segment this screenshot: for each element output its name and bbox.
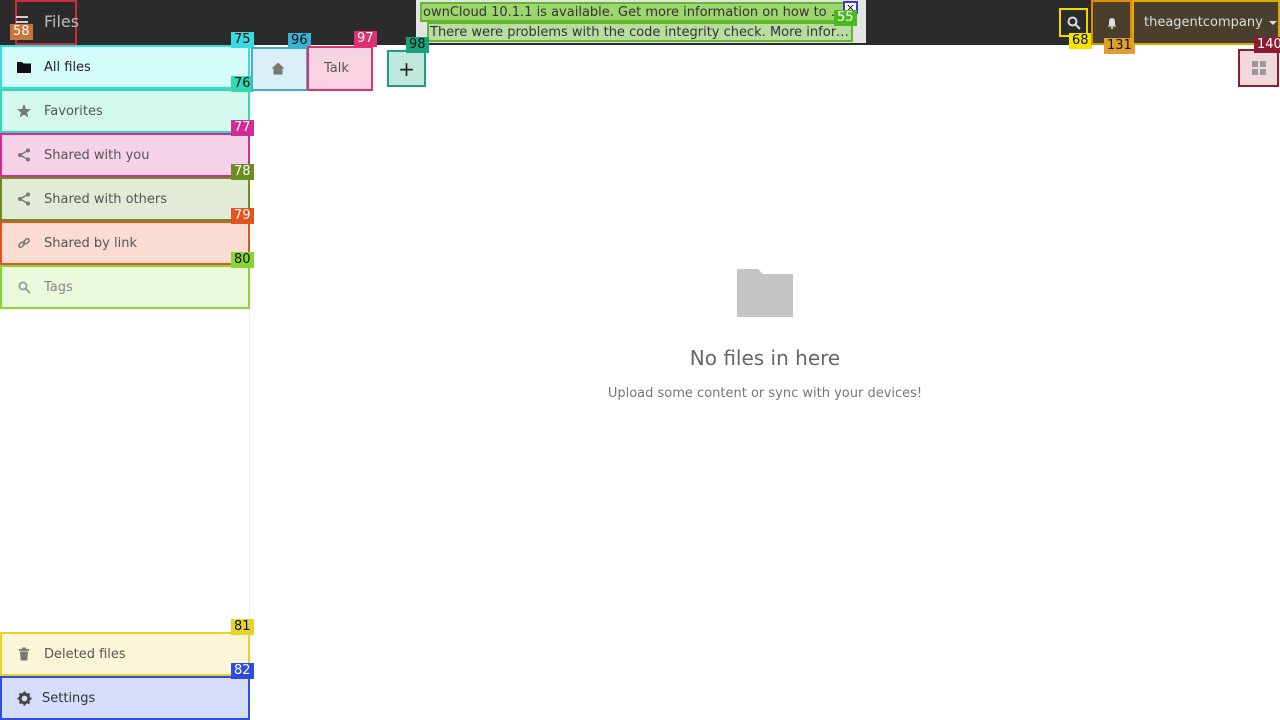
folder-icon <box>16 59 32 75</box>
star-icon <box>16 103 32 119</box>
top-header: Files 58 ownCloud 10.1.1 is available. G… <box>0 0 1280 54</box>
sidebar-item-label: Tags <box>44 279 73 295</box>
sidebar-item-label: Shared with others <box>44 191 168 207</box>
link-icon <box>16 235 32 251</box>
empty-subtitle: Upload some content or sync with your de… <box>607 386 923 401</box>
overlay-badge: 140 <box>1254 37 1280 53</box>
overlay-badge: 77 <box>231 120 254 136</box>
trash-icon <box>16 646 32 662</box>
integrity-notification[interactable]: There were problems with the code integr… <box>427 22 853 42</box>
sidebar-item-shared-by-link[interactable]: Shared by link <box>0 221 250 265</box>
overlay-badge: 78 <box>231 164 254 180</box>
grid-view-icon <box>1251 61 1266 75</box>
sidebar-item-label: Favorites <box>44 103 103 119</box>
overlay-badge: 75 <box>231 32 254 48</box>
overlay-badge: 131 <box>1104 38 1135 54</box>
folder-icon <box>737 269 793 317</box>
breadcrumb-label: Talk <box>324 61 349 76</box>
sidebar-item-label: All files <box>44 59 91 75</box>
plus-icon: + <box>398 56 415 81</box>
settings-button[interactable]: Settings <box>0 676 250 720</box>
gear-icon <box>16 690 32 706</box>
search-icon <box>1067 16 1081 30</box>
sidebar-item-tags[interactable]: Tags <box>0 265 250 309</box>
sidebar-item-all-files[interactable]: All files <box>0 45 250 89</box>
sidebar-item-shared-with-others[interactable]: Shared with others <box>0 177 250 221</box>
empty-content: No files in here Upload some content or … <box>250 268 1280 401</box>
sidebar-item-label: Shared by link <box>44 235 137 251</box>
chevron-down-icon <box>1268 20 1277 25</box>
overlay-badge: 55 <box>834 10 857 26</box>
sidebar-item-label: Deleted files <box>44 646 126 662</box>
bell-icon <box>1107 17 1116 29</box>
sidebar-item-label: Settings <box>42 690 96 706</box>
sidebar-item-favorites[interactable]: Favorites <box>0 89 250 133</box>
overlay-badge: 98 <box>406 37 429 53</box>
empty-title: No files in here <box>689 346 841 370</box>
view-toggle-button[interactable] <box>1238 49 1279 87</box>
update-notification[interactable]: ownCloud 10.1.1 is available. Get more i… <box>420 2 852 22</box>
share-icon <box>16 147 32 163</box>
user-name: theagentcompany <box>1144 15 1263 30</box>
home-icon <box>271 62 285 75</box>
overlay-badge: 82 <box>231 663 254 679</box>
sidebar-item-shared-with-you[interactable]: Shared with you <box>0 133 250 177</box>
overlay-badge: 68 <box>1069 33 1092 49</box>
overlay-badge: 81 <box>231 619 254 635</box>
overlay-badge: 80 <box>231 252 254 268</box>
sidebar-item-label: Shared with you <box>44 147 150 163</box>
sidebar-item-deleted-files[interactable]: Deleted files <box>0 632 250 676</box>
breadcrumb-current[interactable]: Talk <box>307 46 373 91</box>
search-icon <box>16 279 32 295</box>
app-title: Files <box>44 12 80 31</box>
overlay-badge: 79 <box>231 208 254 224</box>
breadcrumb-home[interactable] <box>251 47 308 91</box>
share-icon <box>16 191 32 207</box>
overlay-badge: 58 <box>10 24 33 40</box>
new-file-button[interactable]: + <box>387 50 426 87</box>
overlay-badge: 97 <box>354 31 377 47</box>
